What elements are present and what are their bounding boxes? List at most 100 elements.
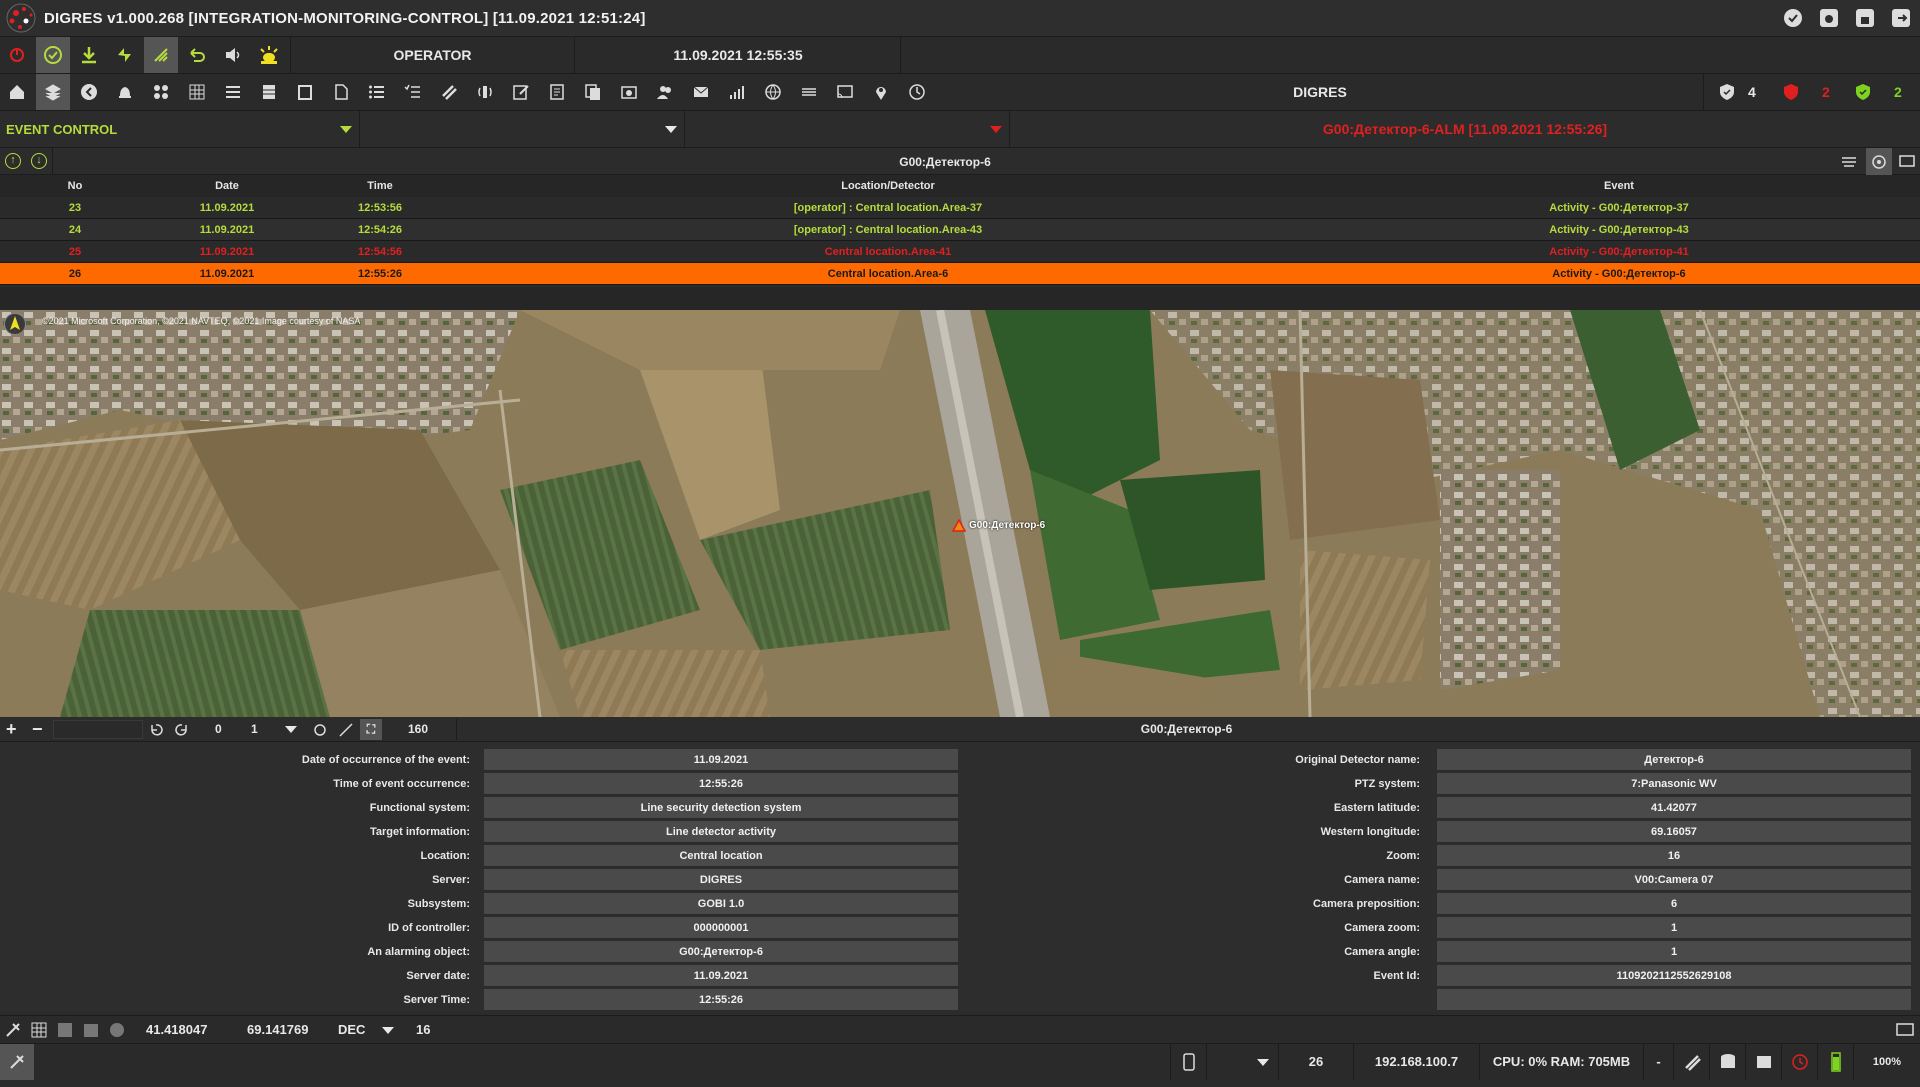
sync-icon[interactable] — [108, 37, 142, 73]
phone-icon[interactable] — [1170, 1044, 1206, 1080]
lock-icon[interactable] — [1856, 9, 1874, 27]
measure-icon[interactable] — [338, 719, 354, 740]
event-count: 26 — [1278, 1044, 1353, 1080]
col-event[interactable]: Event — [1519, 175, 1719, 197]
col-time[interactable]: Time — [340, 175, 420, 197]
storage-icon[interactable] — [1745, 1044, 1781, 1080]
col-location[interactable]: Location/Detector — [738, 175, 1038, 197]
nodes-icon[interactable] — [144, 74, 178, 110]
gps-icon[interactable] — [0, 1044, 34, 1080]
back-icon[interactable] — [72, 74, 106, 110]
filter-dropdown-2[interactable] — [360, 111, 685, 147]
cell-date: 11.09.2021 — [199, 224, 255, 236]
alarm-shield-icon[interactable] — [1774, 74, 1808, 110]
list-icon[interactable] — [216, 74, 250, 110]
bell-icon[interactable] — [108, 74, 142, 110]
compass-icon[interactable] — [4, 313, 26, 335]
shield-count: 4 — [1748, 84, 1756, 100]
exit-icon[interactable] — [1892, 9, 1910, 27]
check-circle-icon[interactable] — [1784, 9, 1802, 27]
ok-shield-icon[interactable] — [1846, 74, 1880, 110]
satellite-map[interactable]: ©2021 Microsoft Corporation, ©2021 NAVTE… — [0, 310, 1920, 717]
map-pin-icon[interactable] — [864, 74, 898, 110]
detail-value: 11.09.2021 — [484, 749, 958, 771]
cell-event: Activity - G00:Детектор-41 — [1549, 246, 1689, 258]
screen-icon[interactable] — [1896, 1016, 1914, 1044]
grid-icon[interactable] — [30, 1016, 48, 1044]
col-no[interactable]: No — [50, 175, 100, 197]
chevron-down-icon[interactable] — [285, 726, 297, 733]
hand-icon[interactable] — [144, 37, 178, 73]
edit-icon[interactable] — [504, 74, 538, 110]
cell-no: 24 — [68, 224, 82, 236]
alarm-clock-icon[interactable] — [1781, 1044, 1817, 1080]
cell-event: Activity - G00:Детектор-43 — [1549, 224, 1689, 236]
table-row[interactable]: 25 11.09.2021 12:54:56 Central location.Are… — [0, 241, 1920, 263]
bullets-icon[interactable] — [360, 74, 394, 110]
rotate-left-icon[interactable] — [148, 719, 164, 740]
coord-format-select[interactable]: DEC — [338, 1016, 365, 1044]
cast-icon[interactable] — [828, 74, 862, 110]
download-icon[interactable] — [72, 37, 106, 73]
lines-icon[interactable] — [792, 74, 826, 110]
database-icon[interactable] — [1709, 1044, 1745, 1080]
filter-dropdown-3[interactable] — [685, 111, 1010, 147]
refresh-icon[interactable] — [312, 719, 328, 740]
map-layer-icon[interactable] — [56, 1016, 74, 1044]
chevron-down-icon — [665, 126, 677, 133]
chat-icon[interactable] — [108, 1016, 126, 1044]
grid-icon[interactable] — [180, 74, 214, 110]
clock-icon[interactable] — [900, 74, 934, 110]
table-row[interactable]: 26 11.09.2021 12:55:26 Central location.Are… — [0, 263, 1920, 285]
satellite-icon[interactable] — [1673, 1044, 1709, 1080]
rotate-right-icon[interactable] — [174, 719, 190, 740]
fullscreen-icon[interactable]: ⛶ — [360, 719, 382, 740]
cell-location: Central location.Area-41 — [824, 246, 952, 258]
home-icon[interactable] — [0, 74, 34, 110]
undo-icon[interactable] — [180, 37, 214, 73]
accept-icon[interactable] — [36, 37, 70, 73]
shield-icon[interactable] — [1710, 74, 1744, 110]
step-value[interactable]: 1 — [251, 719, 258, 740]
col-date[interactable]: Date — [187, 175, 267, 197]
table-row[interactable]: 23 11.09.2021 12:53:56 [operator] : Central… — [0, 197, 1920, 219]
table-row[interactable]: 24 11.09.2021 12:54:26 [operator] : Central… — [0, 219, 1920, 241]
gps-icon[interactable] — [4, 1016, 22, 1044]
power-icon[interactable] — [0, 37, 34, 73]
clipboard-icon[interactable] — [288, 74, 322, 110]
longitude-value: 69.141769 — [247, 1022, 309, 1037]
documents-icon[interactable] — [576, 74, 610, 110]
chart-icon[interactable] — [720, 74, 754, 110]
mail-icon[interactable] — [684, 74, 718, 110]
filter-lines-icon[interactable] — [1836, 148, 1862, 175]
calendar-icon[interactable] — [82, 1016, 100, 1044]
zoom-in-icon[interactable]: + — [6, 719, 17, 740]
map-search-input[interactable] — [53, 720, 143, 739]
detail-value — [1437, 989, 1911, 1011]
target-icon[interactable] — [1866, 148, 1892, 175]
camera-icon[interactable] — [1820, 9, 1838, 27]
detector-marker[interactable] — [951, 518, 967, 537]
rotation-value[interactable]: 0 — [215, 719, 222, 740]
photo-icon[interactable] — [612, 74, 646, 110]
alarm-light-icon[interactable] — [252, 37, 286, 73]
zoom-out-icon[interactable]: − — [32, 719, 43, 740]
screen-icon[interactable] — [1894, 148, 1920, 175]
checklist-icon[interactable] — [396, 74, 430, 110]
pdf-icon[interactable] — [324, 74, 358, 110]
table-icon[interactable] — [252, 74, 286, 110]
detail-value: DIGRES — [484, 869, 958, 891]
status-dropdown[interactable] — [1206, 1044, 1278, 1080]
event-control-dropdown[interactable]: EVENT CONTROL — [0, 111, 360, 147]
globe-icon[interactable] — [756, 74, 790, 110]
cpu-ram: CPU: 0% RAM: 705MB — [1479, 1044, 1643, 1080]
satellite-icon[interactable] — [432, 74, 466, 110]
alarm-banner[interactable]: G00:Детектор-6-ALM [11.09.2021 12:55:26] — [1010, 111, 1920, 147]
layers-icon[interactable] — [36, 74, 70, 110]
detail-value: G00:Детектор-6 — [484, 941, 958, 963]
sound-icon[interactable] — [216, 37, 250, 73]
sensor-icon[interactable] — [468, 74, 502, 110]
chevron-down-icon[interactable] — [382, 1027, 394, 1034]
users-icon[interactable] — [648, 74, 682, 110]
report-icon[interactable] — [540, 74, 574, 110]
